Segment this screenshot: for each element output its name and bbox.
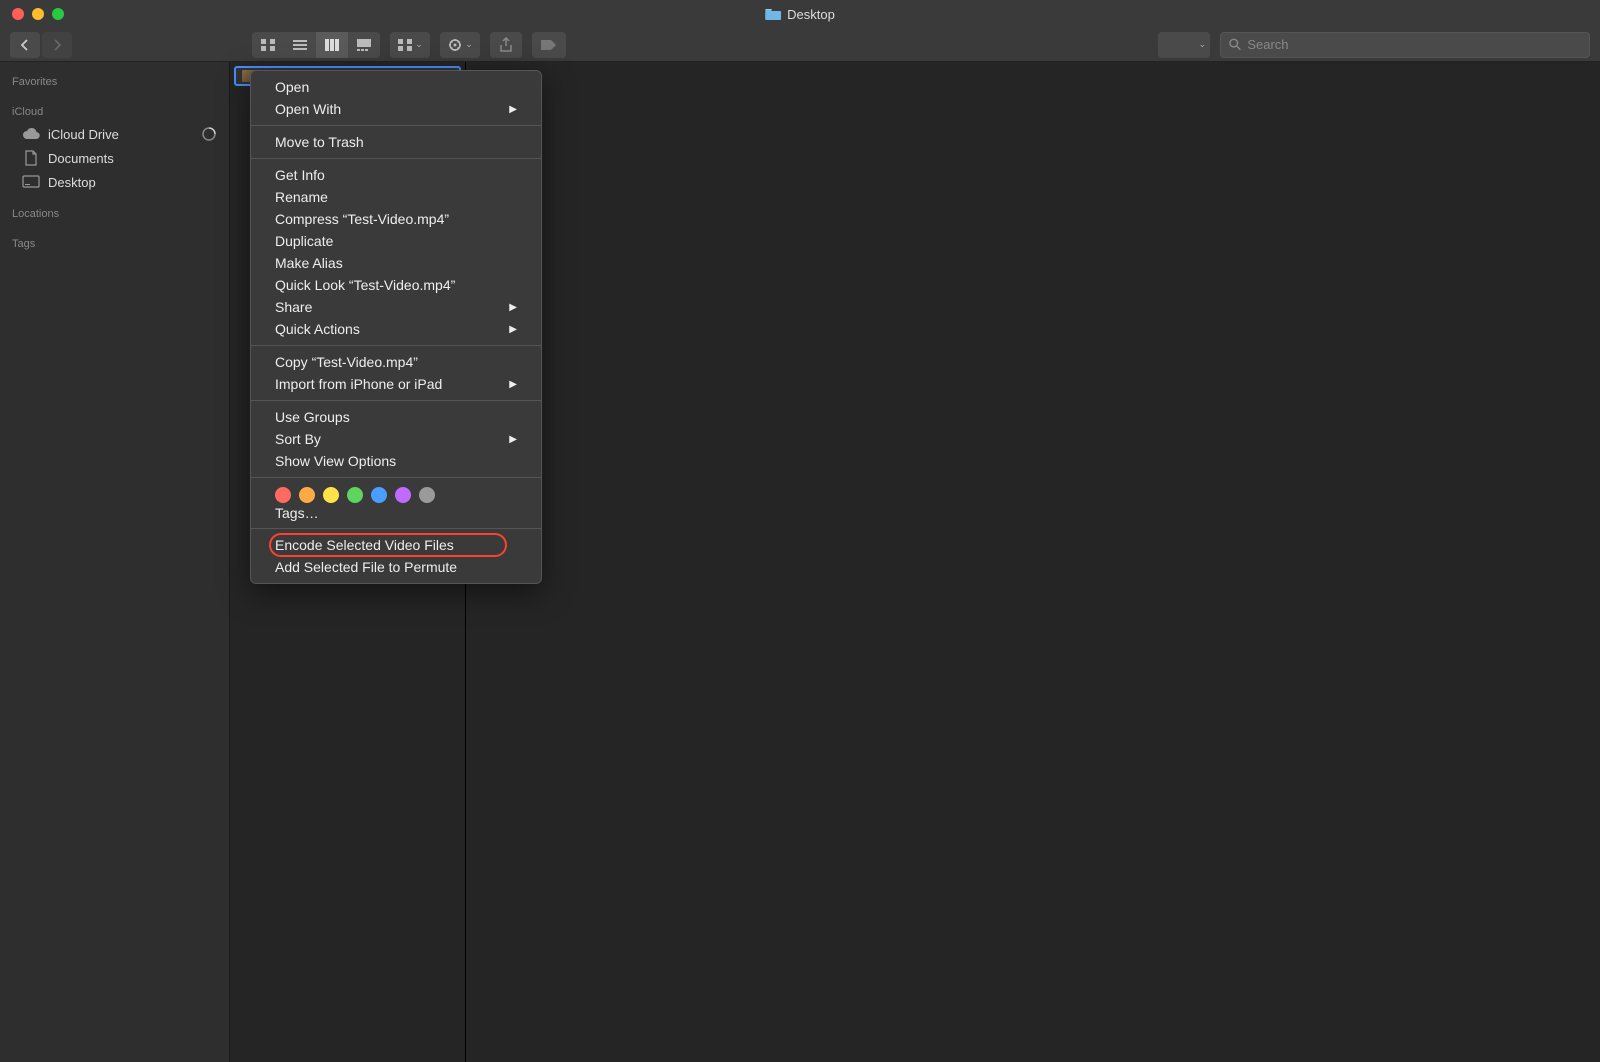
icon-view-button[interactable] bbox=[252, 32, 284, 58]
submenu-arrow-icon: ▶ bbox=[509, 324, 517, 335]
cloud-icon bbox=[22, 125, 40, 143]
submenu-arrow-icon: ▶ bbox=[509, 379, 517, 390]
context-menu: Open Open With ▶ Move to Trash Get Info Renam… bbox=[250, 70, 542, 584]
menu-item-label: Show View Options bbox=[275, 453, 396, 469]
preview-column bbox=[466, 62, 1600, 1062]
menu-item-label: Encode Selected Video Files bbox=[275, 537, 454, 553]
search-icon bbox=[1229, 38, 1241, 51]
menu-item-label: Copy “Test-Video.mp4” bbox=[275, 354, 418, 370]
menu-item[interactable]: Sort By ▶ bbox=[251, 428, 541, 450]
sidebar-item-desktop[interactable]: Desktop bbox=[0, 170, 229, 194]
zoom-window-button[interactable] bbox=[52, 8, 64, 20]
menu-item[interactable]: Make Alias bbox=[251, 252, 541, 274]
menu-item[interactable]: Encode Selected Video Files bbox=[251, 534, 541, 556]
tag-color-dot[interactable] bbox=[275, 487, 291, 503]
menu-item[interactable]: Duplicate bbox=[251, 230, 541, 252]
menu-item[interactable]: Quick Actions ▶ bbox=[251, 318, 541, 340]
view-mode-group bbox=[252, 32, 380, 58]
menu-item-label: Move to Trash bbox=[275, 134, 364, 150]
menu-item-label: Duplicate bbox=[275, 233, 333, 249]
window-title: Desktop bbox=[765, 7, 835, 22]
column-view-button[interactable] bbox=[316, 32, 348, 58]
sidebar-item-documents[interactable]: Documents bbox=[0, 146, 229, 170]
menu-item-label: Use Groups bbox=[275, 409, 350, 425]
menu-item[interactable]: Import from iPhone or iPad ▶ bbox=[251, 373, 541, 395]
minimize-window-button[interactable] bbox=[32, 8, 44, 20]
main: Favorites iCloud iCloud Drive Documents … bbox=[0, 62, 1600, 1062]
menu-item[interactable]: Show View Options bbox=[251, 450, 541, 472]
menu-item-label: Get Info bbox=[275, 167, 325, 183]
menu-item-label: Import from iPhone or iPad bbox=[275, 376, 442, 392]
arrange-button[interactable]: ⌄ bbox=[390, 32, 430, 58]
sidebar-item-label: iCloud Drive bbox=[48, 127, 119, 142]
menu-separator bbox=[251, 158, 541, 159]
submenu-arrow-icon: ▶ bbox=[509, 434, 517, 445]
sidebar-header-locations: Locations bbox=[0, 204, 229, 224]
menu-item-label: Add Selected File to Permute bbox=[275, 559, 457, 575]
menu-separator bbox=[251, 345, 541, 346]
menu-item[interactable]: Compress “Test-Video.mp4” bbox=[251, 208, 541, 230]
menu-item[interactable]: Rename bbox=[251, 186, 541, 208]
menu-separator bbox=[251, 125, 541, 126]
toolbar-dropdown[interactable]: ⌄ bbox=[1158, 32, 1210, 58]
menu-item-label: Open With bbox=[275, 101, 341, 117]
share-button[interactable] bbox=[490, 32, 522, 58]
search-box[interactable] bbox=[1220, 32, 1590, 58]
sidebar-header-favorites: Favorites bbox=[0, 72, 229, 92]
menu-separator bbox=[251, 477, 541, 478]
titlebar: Desktop bbox=[0, 0, 1600, 28]
tag-color-dot[interactable] bbox=[419, 487, 435, 503]
menu-item[interactable]: Open With ▶ bbox=[251, 98, 541, 120]
menu-item[interactable]: Share ▶ bbox=[251, 296, 541, 318]
back-button[interactable] bbox=[10, 32, 40, 58]
tag-color-dot[interactable] bbox=[347, 487, 363, 503]
forward-button[interactable] bbox=[42, 32, 72, 58]
sidebar-item-icloud-drive[interactable]: iCloud Drive bbox=[0, 122, 229, 146]
menu-item[interactable]: Move to Trash bbox=[251, 131, 541, 153]
menu-item-label: Sort By bbox=[275, 431, 321, 447]
close-window-button[interactable] bbox=[12, 8, 24, 20]
list-view-button[interactable] bbox=[284, 32, 316, 58]
menu-item[interactable]: Use Groups bbox=[251, 406, 541, 428]
traffic-lights bbox=[0, 8, 64, 20]
menu-item-tags[interactable]: Tags… bbox=[251, 503, 541, 523]
menu-item-label: Quick Look “Test-Video.mp4” bbox=[275, 277, 455, 293]
menu-item[interactable]: Get Info bbox=[251, 164, 541, 186]
menu-item[interactable]: Quick Look “Test-Video.mp4” bbox=[251, 274, 541, 296]
tag-color-row bbox=[251, 483, 541, 503]
edit-tags-button[interactable] bbox=[532, 32, 566, 58]
tag-color-dot[interactable] bbox=[371, 487, 387, 503]
sidebar-item-label: Documents bbox=[48, 151, 114, 166]
folder-icon bbox=[765, 7, 781, 21]
action-menu-button[interactable]: ⌄ bbox=[440, 32, 480, 58]
tag-color-dot[interactable] bbox=[299, 487, 315, 503]
submenu-arrow-icon: ▶ bbox=[509, 302, 517, 313]
menu-item[interactable]: Copy “Test-Video.mp4” bbox=[251, 351, 541, 373]
sidebar-header-icloud: iCloud bbox=[0, 102, 229, 122]
sidebar-item-label: Desktop bbox=[48, 175, 96, 190]
nav-buttons bbox=[10, 32, 72, 58]
sync-progress-icon bbox=[201, 126, 217, 142]
gallery-view-button[interactable] bbox=[348, 32, 380, 58]
menu-item-label: Quick Actions bbox=[275, 321, 360, 337]
menu-item-label: Open bbox=[275, 79, 309, 95]
menu-item-label: Make Alias bbox=[275, 255, 343, 271]
toolbar: ⌄ ⌄ ⌄ bbox=[0, 28, 1600, 62]
menu-separator bbox=[251, 528, 541, 529]
window-title-text: Desktop bbox=[787, 7, 835, 22]
menu-item-label: Share bbox=[275, 299, 312, 315]
desktop-icon bbox=[22, 173, 40, 191]
sidebar: Favorites iCloud iCloud Drive Documents … bbox=[0, 62, 230, 1062]
menu-separator bbox=[251, 400, 541, 401]
menu-item[interactable]: Open bbox=[251, 76, 541, 98]
menu-item-label: Rename bbox=[275, 189, 328, 205]
tag-color-dot[interactable] bbox=[323, 487, 339, 503]
sidebar-header-tags: Tags bbox=[0, 234, 229, 254]
search-input[interactable] bbox=[1247, 37, 1581, 52]
menu-item[interactable]: Add Selected File to Permute bbox=[251, 556, 541, 578]
document-icon bbox=[22, 149, 40, 167]
tag-color-dot[interactable] bbox=[395, 487, 411, 503]
menu-item-label: Compress “Test-Video.mp4” bbox=[275, 211, 449, 227]
submenu-arrow-icon: ▶ bbox=[509, 104, 517, 115]
